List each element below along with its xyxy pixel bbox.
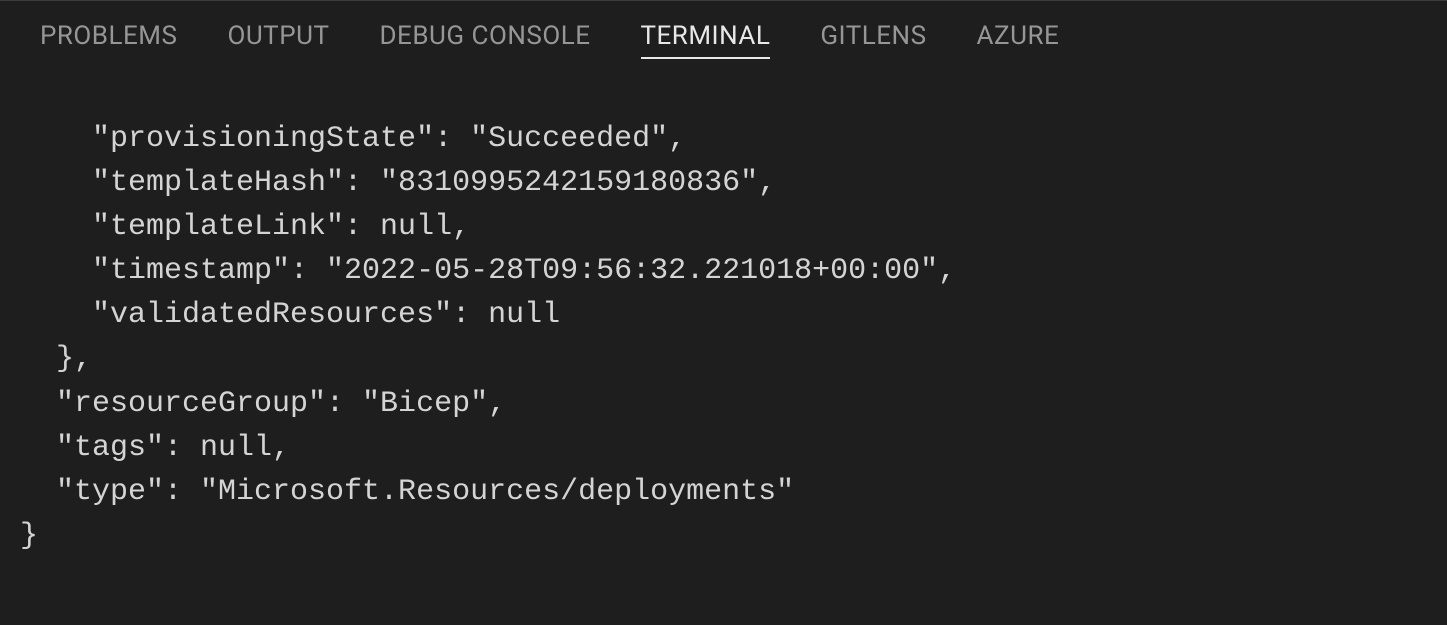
tab-debug-console[interactable]: DEBUG CONSOLE (379, 21, 590, 59)
terminal-output[interactable]: "provisioningState": "Succeeded", "templ… (0, 77, 1447, 578)
tab-problems[interactable]: PROBLEMS (40, 21, 177, 59)
tab-terminal[interactable]: TERMINAL (641, 21, 771, 59)
tab-output[interactable]: OUTPUT (227, 21, 329, 59)
tab-azure[interactable]: AZURE (977, 21, 1060, 59)
tab-gitlens[interactable]: GITLENS (820, 21, 926, 59)
panel-tab-bar: PROBLEMS OUTPUT DEBUG CONSOLE TERMINAL G… (0, 1, 1447, 77)
